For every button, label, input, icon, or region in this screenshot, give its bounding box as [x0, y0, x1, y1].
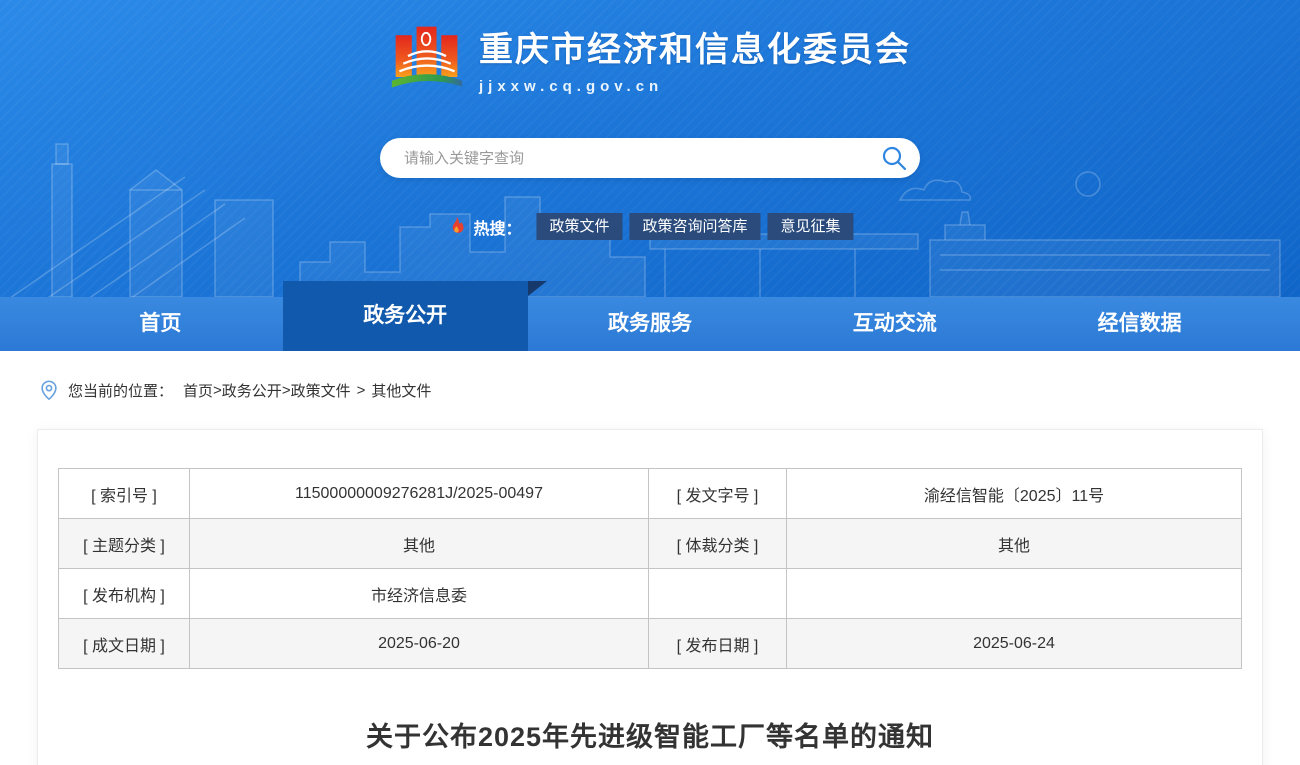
doc-title: 关于公布2025年先进级智能工厂等名单的通知	[38, 715, 1262, 754]
hot-search-policy-files[interactable]: 政策文件	[536, 213, 622, 240]
meta-label-index-number: [ 索引号 ]	[59, 469, 190, 519]
site-brand-text: 重庆市经济和信息化委员会 jjxxw.cq.gov.cn	[479, 22, 911, 95]
site-logo-icon	[389, 20, 465, 96]
breadcrumb: 您当前的位置： 首页 > 政务公开 > 政策文件 > 其他文件	[0, 351, 1300, 429]
breadcrumb-separator: >	[357, 382, 366, 399]
nav-item-gov-services[interactable]: 政务服务	[528, 297, 773, 351]
meta-value-publisher: 市经济信息委	[190, 569, 649, 619]
nav-item-gov-info[interactable]: 政务公开	[283, 281, 528, 351]
breadcrumb-other-files[interactable]: 其他文件	[371, 380, 431, 401]
meta-value-doc-number: 渝经信智能〔2025〕11号	[787, 469, 1242, 519]
nav-item-home[interactable]: 首页	[38, 297, 283, 351]
site-url: jjxxw.cq.gov.cn	[479, 78, 911, 95]
meta-value-topic-category: 其他	[190, 519, 649, 569]
search-input[interactable]	[380, 138, 920, 178]
meta-value-written-date: 2025-06-20	[190, 619, 649, 669]
nav-item-interaction[interactable]: 互动交流	[772, 297, 1017, 351]
site-header: 重庆市经济和信息化委员会 jjxxw.cq.gov.cn 热搜： 政策文件 政策…	[0, 0, 1300, 297]
table-row: [ 索引号 ] 11500000009276281J/2025-00497 [ …	[59, 469, 1242, 519]
meta-label-written-date: [ 成文日期 ]	[59, 619, 190, 669]
nav-item-data[interactable]: 经信数据	[1017, 297, 1262, 351]
meta-value-empty	[787, 569, 1242, 619]
breadcrumb-prefix: 您当前的位置：	[68, 380, 173, 401]
location-pin-icon	[38, 379, 60, 401]
flame-icon	[446, 216, 466, 238]
search-button[interactable]	[880, 144, 908, 172]
table-row: [ 主题分类 ] 其他 [ 体裁分类 ] 其他	[59, 519, 1242, 569]
breadcrumb-policy-files[interactable]: 政策文件	[291, 380, 351, 401]
meta-label-genre-category: [ 体裁分类 ]	[649, 519, 787, 569]
table-row: [ 成文日期 ] 2025-06-20 [ 发布日期 ] 2025-06-24	[59, 619, 1242, 669]
hot-search-opinion[interactable]: 意见征集	[768, 213, 854, 240]
content-card: [ 索引号 ] 11500000009276281J/2025-00497 [ …	[37, 429, 1263, 765]
site-title: 重庆市经济和信息化委员会	[479, 22, 911, 71]
hot-search-row: 热搜： 政策文件 政策咨询问答库 意见征集	[446, 213, 853, 240]
table-row: [ 发布机构 ] 市经济信息委	[59, 569, 1242, 619]
meta-value-publish-date: 2025-06-24	[787, 619, 1242, 669]
meta-value-index-number: 11500000009276281J/2025-00497	[190, 469, 649, 519]
hot-search-policy-qa[interactable]: 政策咨询问答库	[630, 213, 761, 240]
search-bar	[380, 138, 920, 178]
meta-value-genre-category: 其他	[787, 519, 1242, 569]
breadcrumb-separator: >	[282, 382, 291, 399]
meta-label-publisher: [ 发布机构 ]	[59, 569, 190, 619]
breadcrumb-separator: >	[213, 382, 222, 399]
meta-label-empty	[649, 569, 787, 619]
breadcrumb-home[interactable]: 首页	[183, 380, 213, 401]
meta-label-doc-number: [ 发文字号 ]	[649, 469, 787, 519]
meta-label-publish-date: [ 发布日期 ]	[649, 619, 787, 669]
doc-meta-table: [ 索引号 ] 11500000009276281J/2025-00497 [ …	[58, 468, 1242, 669]
main-nav: 首页 政务公开 政务服务 互动交流 经信数据	[0, 297, 1300, 351]
site-brand: 重庆市经济和信息化委员会 jjxxw.cq.gov.cn	[0, 20, 1300, 96]
search-icon	[880, 144, 908, 172]
meta-label-topic-category: [ 主题分类 ]	[59, 519, 190, 569]
hot-search-label: 热搜：	[473, 215, 521, 239]
breadcrumb-gov-info[interactable]: 政务公开	[222, 380, 282, 401]
